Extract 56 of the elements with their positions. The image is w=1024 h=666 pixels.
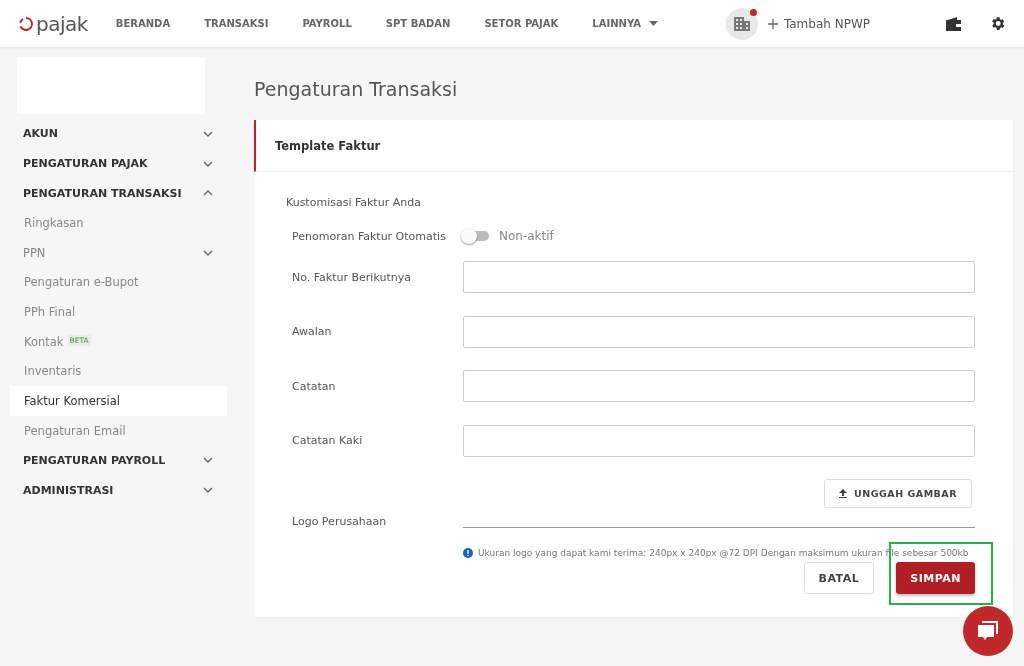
field-label: No. Faktur Berikutnya (292, 270, 412, 284)
info-icon (463, 548, 473, 558)
sidebar-item[interactable]: PPh Final (10, 297, 227, 327)
field-label: Catatan (292, 379, 337, 393)
field-label: Catatan Kaki (292, 434, 364, 448)
sidebar-group[interactable]: PPN (10, 237, 227, 268)
cancel-button[interactable]: BATAL (803, 562, 875, 594)
chevron-down-icon (203, 130, 213, 137)
page-title: Pengaturan Transaksi (254, 76, 459, 102)
text-field[interactable] (463, 424, 975, 457)
text-field[interactable] (463, 261, 975, 294)
chevron-down-icon (203, 249, 213, 256)
chevron-down-icon (203, 487, 213, 494)
add-npwp-link[interactable]: Tambah NPWP (767, 16, 870, 31)
building-icon (733, 16, 750, 31)
section-subtitle: Kustomisasi Faktur Anda (286, 196, 422, 211)
nav-link[interactable]: BERANDA (115, 18, 171, 29)
plus-icon (767, 18, 778, 29)
nav-link[interactable]: SPT BADAN (385, 18, 451, 29)
sidebar-item[interactable]: Inventaris (10, 356, 227, 387)
sidebar-section[interactable]: AKUN (10, 119, 227, 149)
logo-icon (18, 15, 34, 32)
toggle-switch[interactable] (463, 231, 489, 241)
chat-button[interactable] (963, 606, 1013, 656)
field-label: Awalan (292, 325, 333, 339)
sidebar-section[interactable]: PENGATURAN TRANSAKSI (10, 178, 227, 209)
field-label: Penomoran Faktur Otomatis (292, 229, 447, 243)
sidebar-section[interactable]: PENGATURAN PAYROLL (10, 445, 227, 476)
sidebar-item[interactable]: Pengaturan Email (10, 415, 227, 446)
field-label: Logo Perusahaan (292, 515, 388, 528)
upload-field[interactable]: UNGGAH GAMBAR (463, 479, 975, 528)
card-title: Template Faktur (254, 120, 1013, 172)
sidebar-section[interactable]: ADMINISTRASI (10, 475, 227, 505)
nav-link[interactable]: LAINNYA (592, 18, 658, 29)
sidebar-item[interactable]: Pengaturan e-Bupot (10, 267, 227, 298)
upload-button[interactable]: UNGGAH GAMBAR (824, 479, 972, 508)
upload-icon (839, 489, 848, 498)
text-field[interactable] (463, 370, 975, 403)
text-field[interactable] (463, 315, 975, 348)
chevron-up-icon (203, 190, 213, 197)
sidebar-section[interactable]: PENGATURAN PAJAK (10, 148, 227, 179)
chevron-down-icon (203, 160, 213, 167)
caret-icon (648, 21, 658, 26)
chevron-down-icon (203, 457, 213, 464)
nav-link[interactable]: SETOR PAJAK (484, 18, 559, 29)
nav-link[interactable]: PAYROLL (302, 18, 352, 29)
save-button[interactable]: SIMPAN (896, 562, 975, 594)
company-avatar[interactable] (725, 7, 758, 40)
settings-icon[interactable] (989, 15, 1006, 32)
sidebar-item[interactable]: Ringkasan (10, 208, 227, 238)
toggle-status: Non-aktif (499, 229, 554, 243)
nav-link[interactable]: TRANSAKSI (204, 18, 269, 29)
sidebar-item[interactable]: Faktur Komersial (10, 386, 227, 416)
brand-name[interactable]: pajak (36, 11, 88, 36)
item-label: Kontak (24, 334, 64, 349)
wallet-icon[interactable] (946, 16, 961, 31)
